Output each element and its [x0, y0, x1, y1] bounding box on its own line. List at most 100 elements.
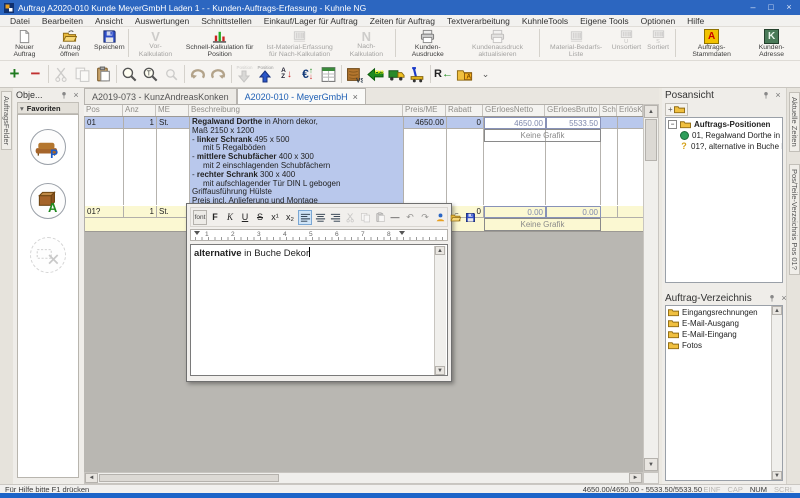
zoom-button[interactable]: [119, 64, 140, 85]
material-bedarfs-liste-button[interactable]: Material-Bedarfs-Liste: [542, 28, 609, 59]
remove-position-button[interactable]: −: [25, 64, 46, 85]
pin-icon[interactable]: [761, 90, 771, 100]
editor-redo-button[interactable]: ↷: [418, 210, 432, 225]
grid-row1-brutto[interactable]: 5533.50: [546, 117, 601, 129]
pallet-jack-button[interactable]: [407, 64, 428, 85]
folder-item-eingangsrechnungen[interactable]: Eingangsrechnungen: [666, 307, 782, 318]
column-header-anz[interactable]: Anz: [123, 105, 156, 116]
pin-icon[interactable]: [59, 90, 69, 100]
menu-bearbeiten[interactable]: Bearbeiten: [36, 16, 89, 26]
add-position-button[interactable]: +: [4, 64, 25, 85]
menu-auswertungen[interactable]: Auswertungen: [129, 16, 195, 26]
folder-item-e-mail-ausgang[interactable]: E-Mail-Ausgang: [666, 318, 782, 329]
grid-row2-erloes[interactable]: [618, 206, 644, 218]
grid-row1-pos[interactable]: 01: [85, 117, 124, 129]
editor-paste-button[interactable]: [373, 210, 387, 225]
pin-icon[interactable]: [767, 293, 777, 303]
menu-kuhnletools[interactable]: KuhnleTools: [516, 16, 574, 26]
close-icon[interactable]: ×: [71, 90, 81, 100]
menu-optionen[interactable]: Optionen: [635, 16, 682, 26]
column-header-pos[interactable]: Pos: [84, 105, 123, 116]
column-header-preis-me[interactable]: Preis/ME: [403, 105, 446, 116]
grid-row1-netto[interactable]: 4650.00: [484, 117, 546, 129]
text-editor-window[interactable]: fontFKUSx¹x₂—↶↷ 12345678 alternative in …: [186, 203, 452, 382]
scroll-left-icon[interactable]: ◄: [85, 473, 98, 483]
grid-row1-anz[interactable]: 1: [124, 117, 157, 129]
vertical-scroll-thumb[interactable]: [645, 119, 657, 161]
column-header-me[interactable]: ME: [156, 105, 189, 116]
tab-close-icon[interactable]: ×: [353, 92, 358, 102]
vertical-scrollbar[interactable]: ▲ ▼: [643, 104, 659, 472]
scroll-up-icon[interactable]: ▲: [644, 105, 658, 118]
column-header-beschreibung[interactable]: Beschreibung: [189, 105, 403, 116]
editor-italic-button[interactable]: K: [223, 210, 237, 225]
neuer-auftrag-button[interactable]: Neuer Auftrag: [2, 28, 47, 59]
editor-subscript-button[interactable]: x₂: [283, 210, 297, 225]
editor-text-area[interactable]: alternative in Buche Dekor ▲ ▼: [190, 244, 448, 376]
menu-zeiten-f-r-auftrag[interactable]: Zeiten für Auftrag: [364, 16, 441, 26]
eks-import-button[interactable]: EKS: [365, 64, 386, 85]
tree-item-01-regalwand-do[interactable]: 01, Regalwand Dorthe in Ahorn dekor: [666, 130, 782, 140]
cut-button[interactable]: [51, 64, 72, 85]
paste-button[interactable]: [93, 64, 114, 85]
grid-row1-preis[interactable]: 4650.00: [404, 117, 447, 129]
unsortiert-button[interactable]: UUnsortiert: [610, 28, 643, 59]
editor-underline-button[interactable]: U: [238, 210, 252, 225]
menu-eigene-tools[interactable]: Eigene Tools: [574, 16, 635, 26]
scroll-down-icon[interactable]: ▼: [644, 458, 658, 471]
position-up-button[interactable]: Position: [255, 64, 276, 85]
maximize-button[interactable]: □: [764, 2, 778, 13]
grid-row1-me[interactable]: St.: [157, 117, 190, 129]
grid-row1-rabatt[interactable]: 0: [447, 117, 484, 129]
column-header-erl-skonto[interactable]: ErlösKonto: [617, 105, 643, 116]
undo-button[interactable]: [187, 64, 208, 85]
r-back-button[interactable]: R←: [433, 64, 454, 85]
menu-datei[interactable]: Datei: [4, 16, 36, 26]
grid-row1-erloes[interactable]: [618, 117, 644, 129]
redo-button[interactable]: [208, 64, 229, 85]
toolbar-overflow-button[interactable]: ⌄: [475, 64, 496, 85]
kunden-adresse-button[interactable]: KKunden-Adresse: [745, 28, 798, 59]
editor-insert-image-button[interactable]: [433, 210, 447, 225]
tree-root-auftrags-positionen[interactable]: − Auftrags-Positionen: [666, 118, 782, 130]
zoom-reset-button[interactable]: [161, 64, 182, 85]
column-header-gerloesnetto[interactable]: GErloesNetto: [483, 105, 545, 116]
panel-splitter[interactable]: [662, 283, 786, 291]
delivery-button[interactable]: [386, 64, 407, 85]
menu-ansicht[interactable]: Ansicht: [89, 16, 129, 26]
editor-align-right-button[interactable]: [328, 210, 342, 225]
menu-einkauf-lager-f-r-auftrag[interactable]: Einkauf/Lager für Auftrag: [258, 16, 364, 26]
grid-row2-pos[interactable]: 01?: [85, 206, 124, 218]
collapse-box-icon[interactable]: −: [668, 120, 677, 129]
editor-align-center-button[interactable]: [313, 210, 327, 225]
close-button[interactable]: ×: [782, 2, 796, 13]
material-vs-button[interactable]: VS: [344, 64, 365, 85]
editor-bold-button[interactable]: F: [208, 210, 222, 225]
favorites-header[interactable]: ▾ Favoriten: [17, 102, 79, 114]
price-update-button[interactable]: €↑↓: [297, 64, 318, 85]
ist-material-erfassung-f-r-nach-kalkulation-button[interactable]: Ist-Material-Erfassung für Nach-Kalkulat…: [260, 28, 340, 59]
editor-horizontal-line-button[interactable]: —: [388, 210, 402, 225]
favorite-furniture-p-button[interactable]: P: [30, 129, 66, 165]
directory-scrollbar[interactable]: ▲ ▼: [771, 306, 782, 480]
column-header-rabatt[interactable]: Rabatt: [446, 105, 483, 116]
auftrags-stammdaten-button[interactable]: AAuftrags-Stammdaten: [678, 28, 745, 59]
menu-hilfe[interactable]: Hilfe: [681, 16, 710, 26]
editor-superscript-button[interactable]: x¹: [268, 210, 282, 225]
kundenausdruck-aktualisieren-button[interactable]: Kundenausdruck aktualisieren: [457, 28, 537, 59]
editor-scrollbar[interactable]: ▲ ▼: [434, 246, 446, 375]
menu-schnittstellen[interactable]: Schnittstellen: [195, 16, 258, 26]
editor-font-name-button[interactable]: font: [193, 210, 207, 225]
minimize-button[interactable]: –: [746, 2, 760, 13]
zoom-text-button[interactable]: T: [140, 64, 161, 85]
scroll-up-icon[interactable]: ▲: [772, 306, 782, 315]
editor-copy-button[interactable]: [358, 210, 372, 225]
grid-row2-schl[interactable]: [601, 206, 618, 218]
vertical-tab-aktuelle-zeiten[interactable]: Aktuelle Zeiten: [789, 92, 800, 152]
editor-scroll-up-icon[interactable]: ▲: [435, 246, 445, 255]
editor-cut-button[interactable]: [343, 210, 357, 225]
vertical-tab-auftragsfelder[interactable]: AuftragsFelder: [1, 91, 12, 150]
grid-row2-brutto[interactable]: 0.00: [546, 206, 601, 218]
tree-item-01-alternative[interactable]: ?01?, alternative in Buche Dekor: [666, 140, 782, 151]
editor-align-left-button[interactable]: [298, 210, 312, 225]
